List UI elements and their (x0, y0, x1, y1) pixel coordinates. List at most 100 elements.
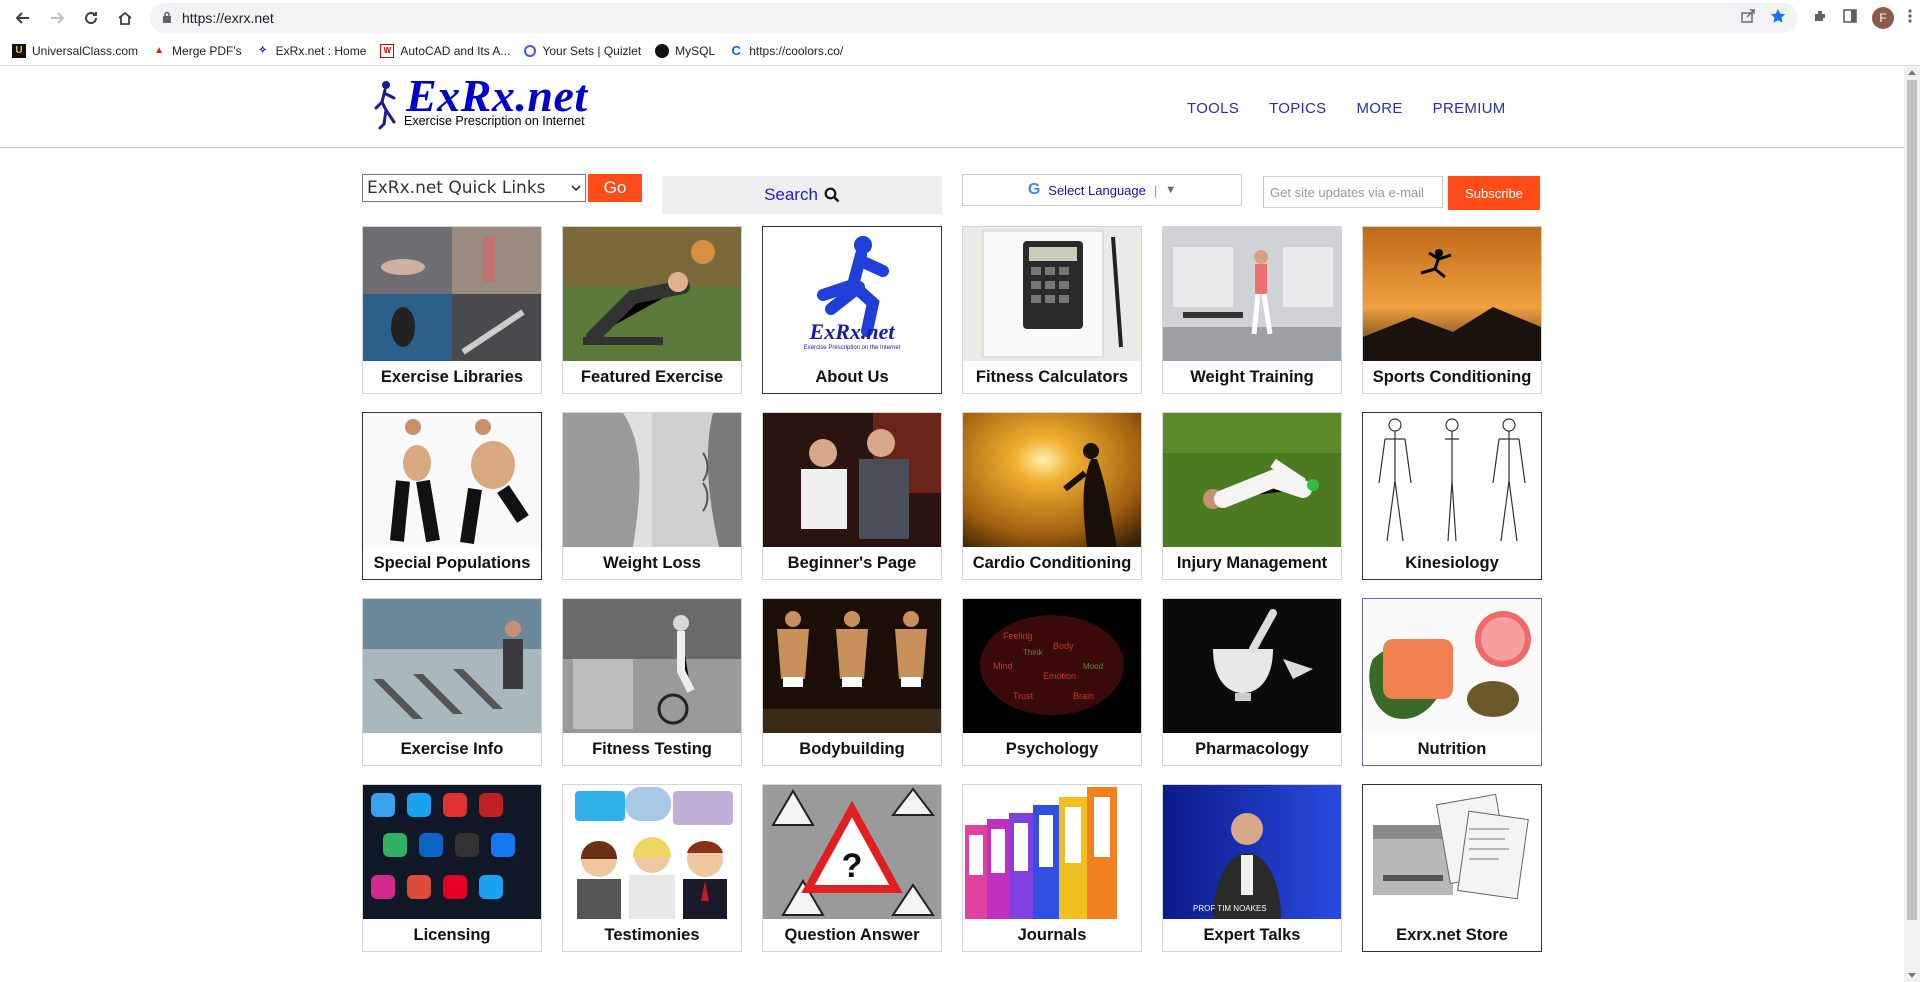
tile-weight-loss[interactable]: Weight Loss (562, 412, 742, 580)
scroll-down-icon[interactable] (1908, 973, 1916, 978)
tile-special-populations[interactable]: Special Populations (362, 412, 542, 580)
bookmark-item[interactable]: ▲ Merge PDF's (152, 44, 242, 58)
reload-button[interactable] (76, 3, 106, 33)
forward-button[interactable] (42, 3, 72, 33)
tile-expert-talks[interactable]: PROF TIM NOAKES Expert Talks (1162, 784, 1342, 952)
logo-subtitle: Exercise Prescription on Internet (404, 114, 585, 128)
tile-label: Weight Loss (603, 553, 701, 572)
tile-testimonies[interactable]: Testimonies (562, 784, 742, 952)
github-icon (655, 43, 670, 58)
tools-row: ExRx.net Quick Links Go Search G Select … (362, 170, 1542, 214)
tile-label: Testimonies (604, 925, 700, 944)
injured-soccer-player-image (1163, 413, 1341, 547)
tile-fitness-testing[interactable]: Fitness Testing (562, 598, 742, 766)
tile-label: Injury Management (1176, 553, 1328, 572)
scroll-up-icon[interactable] (1908, 70, 1916, 75)
extensions-icon[interactable] (1812, 8, 1828, 29)
pregnant-woman-image (363, 413, 541, 547)
tile-label: Exercise Libraries (380, 367, 524, 386)
back-button[interactable] (8, 3, 38, 33)
bookmark-item[interactable]: MySQL (655, 43, 716, 58)
bookmark-label: UniversalClass.com (32, 43, 139, 58)
bookmark-item[interactable]: U UniversalClass.com (12, 43, 139, 58)
question-warning-signs-image: ? (763, 785, 941, 919)
nav-topics[interactable]: TOPICS (1269, 100, 1326, 117)
tile-label: Fitness Calculators (975, 367, 1129, 386)
bookmark-star-icon[interactable] (1770, 8, 1786, 29)
share-icon[interactable] (1740, 8, 1756, 29)
browser-toolbar: https://exrx.net F (0, 0, 1920, 36)
bookmark-item[interactable]: W AutoCAD and Its A... (380, 43, 510, 58)
tile-store[interactable]: Exrx.net Store (1362, 784, 1542, 952)
bookmark-item[interactable]: Chttps://coolors.co/ (729, 43, 843, 58)
lock-icon (162, 11, 172, 26)
tile-about-us[interactable]: ExRx.net Exercise Prescription on the Int… (762, 226, 942, 394)
nav-tools[interactable]: TOOLS (1187, 100, 1239, 117)
quick-links-select[interactable]: ExRx.net Quick Links (362, 174, 586, 202)
tile-label: Kinesiology (1405, 553, 1499, 572)
address-bar[interactable]: https://exrx.net (150, 3, 1798, 33)
trainer-with-client-image (763, 413, 941, 547)
profile-avatar[interactable]: F (1872, 7, 1894, 29)
divider: | (1153, 182, 1158, 198)
tile-nutrition[interactable]: Nutrition (1362, 598, 1542, 766)
tile-featured-exercise[interactable]: Featured Exercise (562, 226, 742, 394)
bookmark-label: Your Sets | Quizlet (542, 43, 642, 58)
printer-with-sheets-image (1363, 785, 1541, 919)
tile-pharmacology[interactable]: Pharmacology (1162, 598, 1342, 766)
bookmark-item[interactable]: ✧ ExRx.net : Home (256, 44, 366, 58)
bookmark-item[interactable]: Your Sets | Quizlet (524, 44, 641, 58)
runner-sunset-image (963, 413, 1141, 547)
menu-kebab-icon[interactable] (1908, 8, 1912, 29)
tile-label: Featured Exercise (580, 367, 724, 386)
jumping-silhouette-sunset-image (1363, 227, 1541, 361)
tile-label: Beginner's Page (787, 553, 917, 572)
tile-fitness-calculators[interactable]: Fitness Calculators (962, 226, 1142, 394)
social-media-apps-image (363, 785, 541, 919)
tile-journals[interactable]: Journals (962, 784, 1142, 952)
bookmark-label: MySQL (675, 43, 716, 58)
language-selector[interactable]: G Select Language | ▼ (962, 174, 1242, 206)
tile-label: Expert Talks (1203, 925, 1301, 944)
tile-kinesiology[interactable]: Kinesiology (1362, 412, 1542, 580)
tile-question-answer[interactable]: ? Question Answer (762, 784, 942, 952)
go-button[interactable]: Go (588, 174, 642, 202)
universalclass-icon: U (12, 43, 26, 58)
tile-sports-conditioning[interactable]: Sports Conditioning (1362, 226, 1542, 394)
autocad-icon: W (380, 43, 395, 58)
caret-down-icon: ▼ (1165, 184, 1177, 196)
tile-label: Psychology (1005, 739, 1099, 758)
search-icon (824, 187, 840, 203)
tile-injury-management[interactable]: Injury Management (1162, 412, 1342, 580)
people-speech-bubbles-image (563, 785, 741, 919)
arrow-right-icon (51, 12, 65, 24)
colored-binders-image (963, 785, 1141, 919)
subscribe-button[interactable]: Subscribe (1448, 176, 1540, 210)
page-viewport: ExRx.net Exercise Prescription on Intern… (0, 66, 1920, 982)
tile-weight-training[interactable]: Weight Training (1162, 226, 1342, 394)
tile-label: Fitness Testing (592, 739, 712, 758)
tile-licensing[interactable]: Licensing (362, 784, 542, 952)
side-panel-icon[interactable] (1842, 8, 1858, 29)
bookmark-label: Merge PDF's (172, 43, 242, 58)
tile-label: Pharmacology (1195, 739, 1309, 758)
reload-icon (85, 12, 98, 25)
home-button[interactable] (110, 3, 140, 33)
exrx-icon: ✧ (258, 45, 267, 56)
nav-more[interactable]: MORE (1356, 100, 1402, 117)
tile-beginners-page[interactable]: Beginner's Page (762, 412, 942, 580)
tile-cardio-conditioning[interactable]: Cardio Conditioning (962, 412, 1142, 580)
page-scrollbar[interactable] (1904, 66, 1920, 982)
tile-psychology[interactable]: Feeling Body Mind Emotion Trust Brain Think Moo… (962, 598, 1142, 766)
tile-exercise-info[interactable]: Exercise Info (362, 598, 542, 766)
tile-exercise-libraries[interactable]: Exercise Libraries (362, 226, 542, 394)
site-header: ExRx.net Exercise Prescription on Intern… (0, 66, 1920, 148)
search-button[interactable]: Search (662, 176, 942, 214)
email-field[interactable]: Get site updates via e-mail (1263, 176, 1443, 208)
site-logo[interactable]: ExRx.net Exercise Prescription on Intern… (372, 73, 588, 130)
nav-premium[interactable]: PREMIUM (1433, 100, 1506, 117)
tile-bodybuilding[interactable]: Bodybuilding (762, 598, 942, 766)
abdomen-comparison-image (563, 413, 741, 547)
scrollbar-thumb[interactable] (1907, 80, 1917, 920)
quick-links-value: ExRx.net Quick Links (367, 178, 546, 198)
